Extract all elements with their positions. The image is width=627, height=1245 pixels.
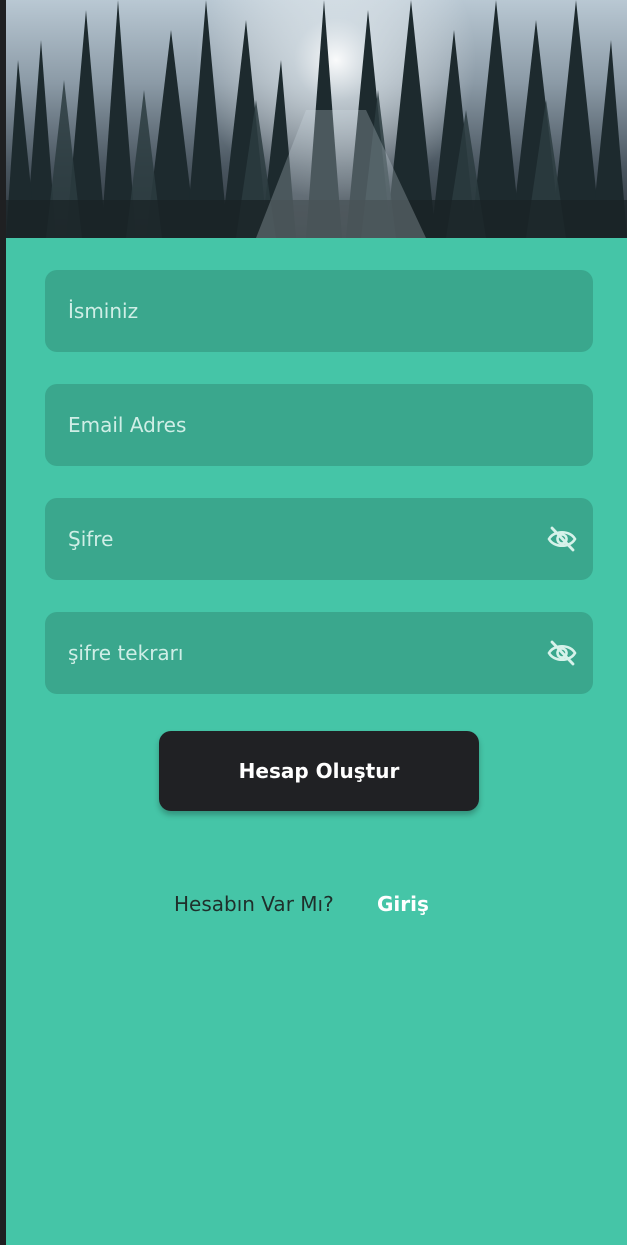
name-field[interactable] [45, 270, 593, 352]
password-field[interactable] [45, 498, 593, 580]
create-account-button[interactable]: Hesap Oluştur [159, 731, 479, 811]
have-account-text: Hesabın Var Mı? [174, 892, 334, 916]
password-repeat-field[interactable] [45, 612, 593, 694]
register-screen: Hesap Oluştur Hesabın Var Mı? Giriş [6, 0, 627, 1245]
login-link[interactable]: Giriş [377, 892, 429, 916]
eye-off-icon[interactable] [547, 639, 577, 667]
password-input[interactable] [45, 498, 593, 580]
forest-illustration [6, 0, 627, 238]
email-field[interactable] [45, 384, 593, 466]
forest-header-image [6, 0, 627, 238]
name-input[interactable] [45, 270, 593, 352]
eye-off-icon[interactable] [547, 525, 577, 553]
password-repeat-input[interactable] [45, 612, 593, 694]
email-input[interactable] [45, 384, 593, 466]
